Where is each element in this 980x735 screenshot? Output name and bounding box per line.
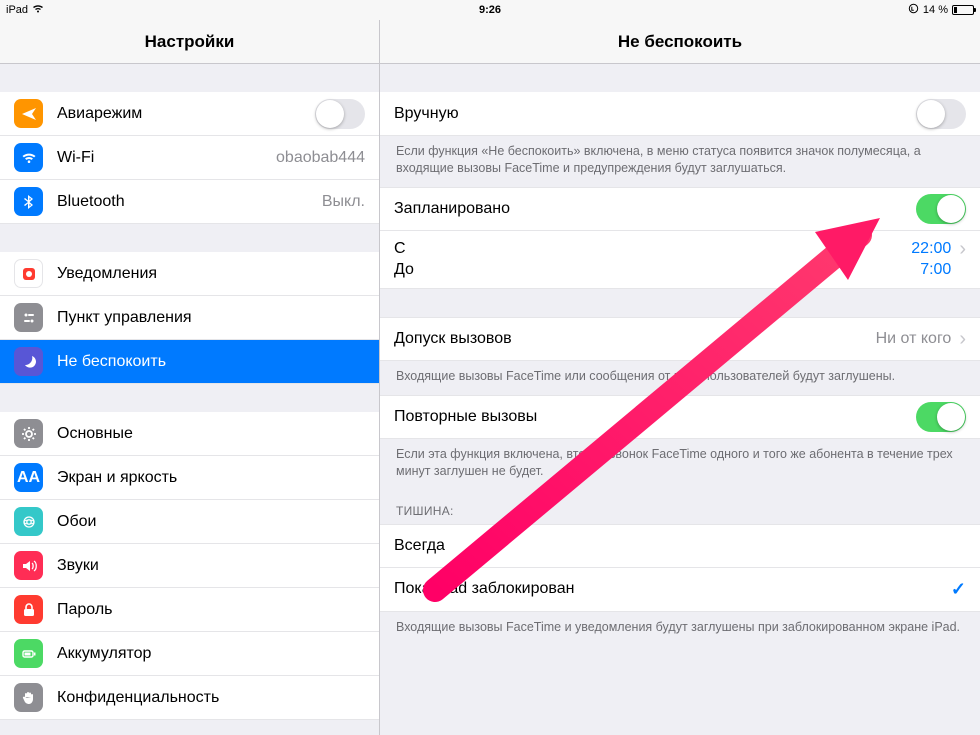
- schedule-to-label: До: [394, 260, 911, 281]
- row-manual[interactable]: Вручную: [380, 92, 980, 136]
- silence-header: ТИШИНА:: [380, 490, 980, 524]
- moon-icon: [14, 347, 43, 376]
- sidebar-item-label: Конфиденциальность: [57, 689, 365, 707]
- sidebar-item-label: Bluetooth: [57, 193, 322, 211]
- silence-footer: Входящие вызовы FaceTime и уведомления б…: [380, 612, 980, 646]
- sidebar-item-label: Wi-Fi: [57, 149, 276, 167]
- sidebar-item-wifi[interactable]: Wi-Fi obaobab444: [0, 136, 379, 180]
- sidebar-item-controlcenter[interactable]: Пункт управления: [0, 296, 379, 340]
- detail-title: Не беспокоить: [380, 20, 980, 64]
- row-schedule-times[interactable]: С До 22:00 7:00 ›: [380, 231, 980, 290]
- scheduled-label: Запланировано: [394, 200, 916, 218]
- schedule-from-label: С: [394, 239, 911, 260]
- schedule-from-value: 22:00: [911, 239, 951, 260]
- bluetooth-value: Выкл.: [322, 193, 365, 211]
- sidebar-item-sounds[interactable]: Звуки: [0, 544, 379, 588]
- silence-locked-label: Пока iPad заблокирован: [394, 580, 943, 598]
- battery-settings-icon: [14, 639, 43, 668]
- sidebar-title: Настройки: [0, 20, 379, 64]
- detail-list[interactable]: Вручную Если функция «Не беспокоить» вкл…: [380, 64, 980, 735]
- sidebar-item-airplane[interactable]: Авиарежим: [0, 92, 379, 136]
- display-icon: AA: [14, 463, 43, 492]
- sidebar-item-bluetooth[interactable]: Bluetooth Выкл.: [0, 180, 379, 224]
- row-repeated-calls[interactable]: Повторные вызовы: [380, 395, 980, 439]
- sidebar-item-label: Авиарежим: [57, 105, 315, 123]
- manual-footer: Если функция «Не беспокоить» включена, в…: [380, 136, 980, 187]
- sidebar-item-label: Не беспокоить: [57, 353, 365, 371]
- sidebar-item-label: Пароль: [57, 601, 365, 619]
- sidebar-item-notifications[interactable]: Уведомления: [0, 252, 379, 296]
- manual-label: Вручную: [394, 105, 916, 123]
- allow-calls-footer: Входящие вызовы FaceTime или сообщения о…: [380, 361, 980, 395]
- sidebar-item-label: Аккумулятор: [57, 645, 365, 663]
- chevron-right-icon: ›: [959, 329, 966, 349]
- sidebar-item-dnd[interactable]: Не беспокоить: [0, 340, 379, 384]
- allow-calls-value: Ни от кого: [876, 330, 952, 348]
- sidebar-item-privacy[interactable]: Конфиденциальность: [0, 676, 379, 720]
- manual-toggle[interactable]: [916, 99, 966, 129]
- repeated-footer: Если эта функция включена, второй звонок…: [380, 439, 980, 490]
- chevron-right-icon: ›: [959, 239, 966, 259]
- wifi-value: obaobab444: [276, 149, 365, 167]
- sidebar-list[interactable]: Авиарежим Wi-Fi obaobab444 Bluetooth Вык…: [0, 64, 379, 735]
- scheduled-toggle[interactable]: [916, 194, 966, 224]
- sidebar-item-label: Экран и яркость: [57, 469, 365, 487]
- gear-icon: [14, 419, 43, 448]
- schedule-to-value: 7:00: [920, 260, 951, 281]
- lock-icon: [14, 595, 43, 624]
- controlcenter-icon: [14, 303, 43, 332]
- sidebar-item-wallpaper[interactable]: Обои: [0, 500, 379, 544]
- battery-icon: [952, 5, 974, 15]
- sidebar-item-label: Пункт управления: [57, 309, 365, 327]
- status-bar: iPad 9:26 14 %: [0, 0, 980, 20]
- settings-sidebar: Настройки Авиарежим Wi-Fi obaobab444: [0, 20, 380, 735]
- notifications-icon: [14, 259, 43, 288]
- row-allow-calls[interactable]: Допуск вызовов Ни от кого ›: [380, 317, 980, 361]
- bluetooth-icon: [14, 187, 43, 216]
- sidebar-item-label: Обои: [57, 513, 365, 531]
- row-silence-always[interactable]: Всегда: [380, 524, 980, 568]
- wallpaper-icon: [14, 507, 43, 536]
- checkmark-icon: ✓: [951, 579, 966, 600]
- battery-percent: 14 %: [923, 4, 948, 16]
- status-time: 9:26: [479, 4, 501, 16]
- airplane-icon: [14, 99, 43, 128]
- hand-icon: [14, 683, 43, 712]
- sidebar-item-label: Звуки: [57, 557, 365, 575]
- row-silence-locked[interactable]: Пока iPad заблокирован ✓: [380, 568, 980, 612]
- detail-pane: Не беспокоить Вручную Если функция «Не б…: [380, 20, 980, 735]
- row-scheduled[interactable]: Запланировано: [380, 187, 980, 231]
- device-name: iPad: [6, 4, 28, 16]
- sidebar-item-display[interactable]: AA Экран и яркость: [0, 456, 379, 500]
- airplane-toggle[interactable]: [315, 99, 365, 129]
- wifi-settings-icon: [14, 143, 43, 172]
- wifi-icon: [32, 4, 44, 16]
- allow-calls-label: Допуск вызовов: [394, 330, 876, 348]
- sidebar-item-battery[interactable]: Аккумулятор: [0, 632, 379, 676]
- orientation-lock-icon: [908, 3, 919, 17]
- sidebar-item-passcode[interactable]: Пароль: [0, 588, 379, 632]
- repeated-toggle[interactable]: [916, 402, 966, 432]
- sidebar-item-label: Основные: [57, 425, 365, 443]
- sidebar-item-label: Уведомления: [57, 265, 365, 283]
- sidebar-item-general[interactable]: Основные: [0, 412, 379, 456]
- silence-always-label: Всегда: [394, 537, 966, 555]
- repeated-label: Повторные вызовы: [394, 408, 916, 426]
- sounds-icon: [14, 551, 43, 580]
